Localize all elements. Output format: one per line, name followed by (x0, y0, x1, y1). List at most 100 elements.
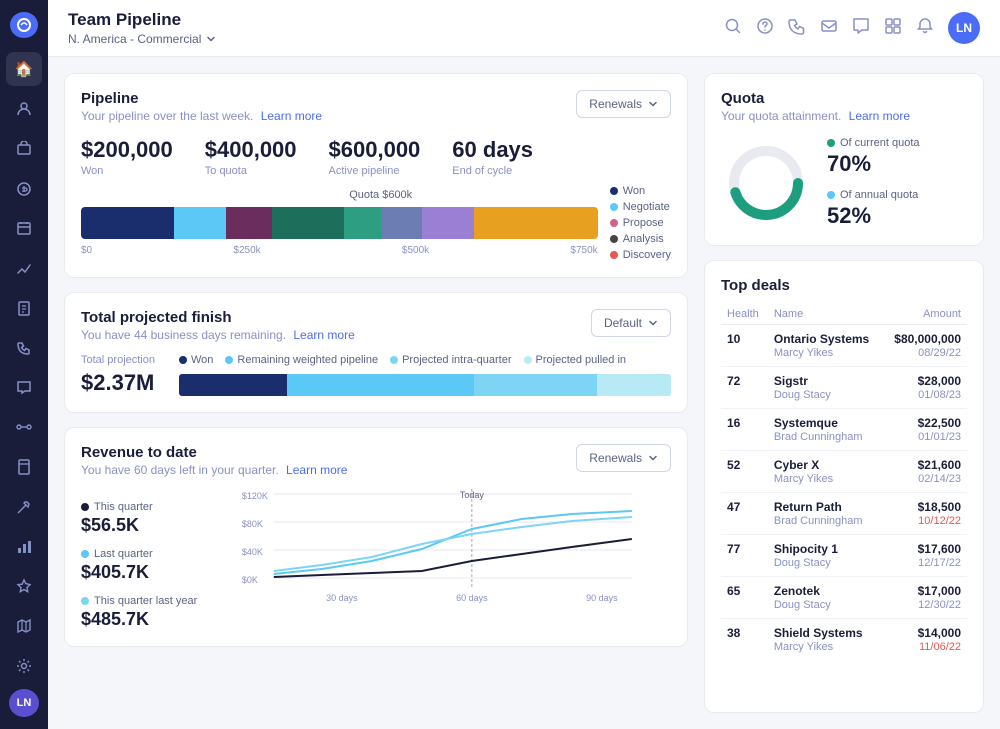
pipeline-learn-more[interactable]: Learn more (261, 109, 322, 123)
deal-info: Shipocity 1 Doug Stacy (768, 535, 883, 577)
chevron-down-icon (205, 33, 217, 45)
top-deals-title: Top deals (721, 277, 967, 294)
deal-info: Sigstr Doug Stacy (768, 367, 883, 409)
search-icon[interactable] (724, 17, 742, 40)
col-health: Health (721, 304, 768, 325)
proj-legend-won: Won (179, 354, 213, 366)
table-row[interactable]: 65 Zenotek Doug Stacy $17,000 12/30/22 (721, 577, 967, 619)
revenue-dropdown[interactable]: Renewals (576, 444, 671, 472)
content-area: Pipeline Your pipeline over the last wee… (48, 57, 1000, 729)
deal-amount-cell: $28,000 01/08/23 (883, 367, 967, 409)
deal-info: Cyber X Marcy Yikes (768, 451, 883, 493)
notification-icon[interactable] (916, 17, 934, 40)
bar-analysis3 (381, 207, 422, 239)
sidebar-item-goals[interactable] (6, 251, 42, 285)
sidebar-item-calls[interactable] (6, 331, 42, 365)
quota-current: Of current quota 70% (827, 137, 920, 177)
svg-text:90 days: 90 days (586, 593, 618, 603)
sidebar-item-revenue[interactable] (6, 172, 42, 206)
pipeline-subtitle: Your pipeline over the last week. Learn … (81, 109, 322, 123)
phone-icon[interactable] (788, 17, 806, 40)
quota-circle-area: Of current quota 70% Of annual quota 52% (721, 137, 967, 229)
proj-legend-pulled: Projected pulled in (524, 354, 627, 366)
left-column: Pipeline Your pipeline over the last wee… (64, 73, 688, 713)
help-icon[interactable] (756, 17, 774, 40)
projection-learn-more[interactable]: Learn more (293, 328, 354, 342)
dropdown-arrow-icon (648, 99, 658, 109)
table-row[interactable]: 38 Shield Systems Marcy Yikes $14,000 11… (721, 619, 967, 661)
proj-bar-pulled (597, 374, 671, 396)
deal-amount-cell: $18,500 10/12/22 (883, 493, 967, 535)
deal-health: 77 (721, 535, 768, 577)
sidebar-item-reports[interactable] (6, 291, 42, 325)
chat-icon[interactable] (852, 17, 870, 40)
proj-legend-remaining: Remaining weighted pipeline (225, 354, 378, 366)
revenue-card-header: Revenue to date You have 60 days left in… (81, 444, 671, 477)
bar-won (81, 207, 174, 239)
stat-end-of-cycle: 60 days End of cycle (452, 137, 533, 177)
page-title: Team Pipeline (68, 10, 217, 30)
stat-to-quota: $400,000 To quota (205, 137, 297, 177)
projection-dropdown[interactable]: Default (591, 309, 671, 337)
deal-amount-cell: $80,000,000 08/29/22 (883, 325, 967, 367)
deal-info: Return Path Brad Cunningham (768, 493, 883, 535)
sidebar-item-pipeline[interactable] (6, 410, 42, 444)
sidebar-item-documents[interactable] (6, 450, 42, 484)
quota-title: Quota (721, 90, 910, 107)
deal-health: 72 (721, 367, 768, 409)
rev-stat-this-quarter: This quarter $56.5K (81, 501, 197, 536)
table-row[interactable]: 77 Shipocity 1 Doug Stacy $17,600 12/17/… (721, 535, 967, 577)
pipeline-dropdown[interactable]: Renewals (576, 90, 671, 118)
sidebar-item-map[interactable] (6, 609, 42, 643)
sidebar-item-settings[interactable] (6, 649, 42, 683)
sidebar-item-contacts[interactable] (6, 92, 42, 126)
sidebar-item-analytics[interactable] (6, 530, 42, 564)
bar-negotiate (174, 207, 226, 239)
deal-health: 10 (721, 325, 768, 367)
sidebar-item-calendar[interactable] (6, 211, 42, 245)
user-avatar[interactable]: LN (9, 689, 39, 717)
table-row[interactable]: 10 Ontario Systems Marcy Yikes $80,000,0… (721, 325, 967, 367)
projection-card: Total projected finish You have 44 busin… (64, 292, 688, 413)
sidebar-item-favorites[interactable] (6, 569, 42, 603)
user-menu-button[interactable]: LN (948, 12, 980, 44)
proj-bar-intra (474, 374, 597, 396)
main-content: Team Pipeline N. America - Commercial (48, 0, 1000, 729)
bar-discovery (474, 207, 598, 239)
projection-total: Total projection $2.37M (81, 354, 155, 396)
legend-discovery: Discovery (610, 249, 671, 261)
revenue-stats: This quarter $56.5K Last quarter $405.7K (81, 501, 197, 630)
svg-text:$80K: $80K (242, 519, 263, 529)
territory-label: N. America - Commercial (68, 32, 201, 46)
col-amount: Amount (883, 304, 967, 325)
top-deals-card: Top deals Health Name Amount 10 Ontario … (704, 260, 984, 713)
sidebar-item-deals[interactable] (6, 132, 42, 166)
stat-won: $200,000 Won (81, 137, 173, 177)
svg-text:Today: Today (460, 490, 485, 500)
table-row[interactable]: 47 Return Path Brad Cunningham $18,500 1… (721, 493, 967, 535)
revenue-learn-more[interactable]: Learn more (286, 463, 347, 477)
table-row[interactable]: 16 Systemque Brad Cunningham $22,500 01/… (721, 409, 967, 451)
territory-selector[interactable]: N. America - Commercial (68, 32, 217, 46)
projection-subtitle: You have 44 business days remaining. Lea… (81, 328, 355, 342)
bar-axis: $0 $250k $500k $750k (81, 245, 598, 256)
deal-amount-cell: $17,600 12/17/22 (883, 535, 967, 577)
proj-bar-remaining (287, 374, 474, 396)
legend-negotiate: Negotiate (610, 201, 671, 213)
table-row[interactable]: 52 Cyber X Marcy Yikes $21,600 02/14/23 (721, 451, 967, 493)
sidebar-item-messages[interactable] (6, 371, 42, 405)
sidebar-item-tools[interactable] (6, 490, 42, 524)
sidebar-item-home[interactable]: 🏠 (6, 52, 42, 86)
quota-learn-more[interactable]: Learn more (849, 109, 910, 123)
projection-title: Total projected finish (81, 309, 355, 326)
legend-analysis: Analysis (610, 233, 671, 245)
pipeline-bar-row (81, 207, 598, 239)
pipeline-card: Pipeline Your pipeline over the last wee… (64, 73, 688, 278)
email-icon[interactable] (820, 17, 838, 40)
deal-amount-cell: $21,600 02/14/23 (883, 451, 967, 493)
grid-icon[interactable] (884, 17, 902, 40)
bar-chart-container: Quota $600k (81, 207, 598, 256)
table-row[interactable]: 72 Sigstr Doug Stacy $28,000 01/08/23 (721, 367, 967, 409)
col-name: Name (768, 304, 883, 325)
deal-amount-cell: $14,000 11/06/22 (883, 619, 967, 661)
